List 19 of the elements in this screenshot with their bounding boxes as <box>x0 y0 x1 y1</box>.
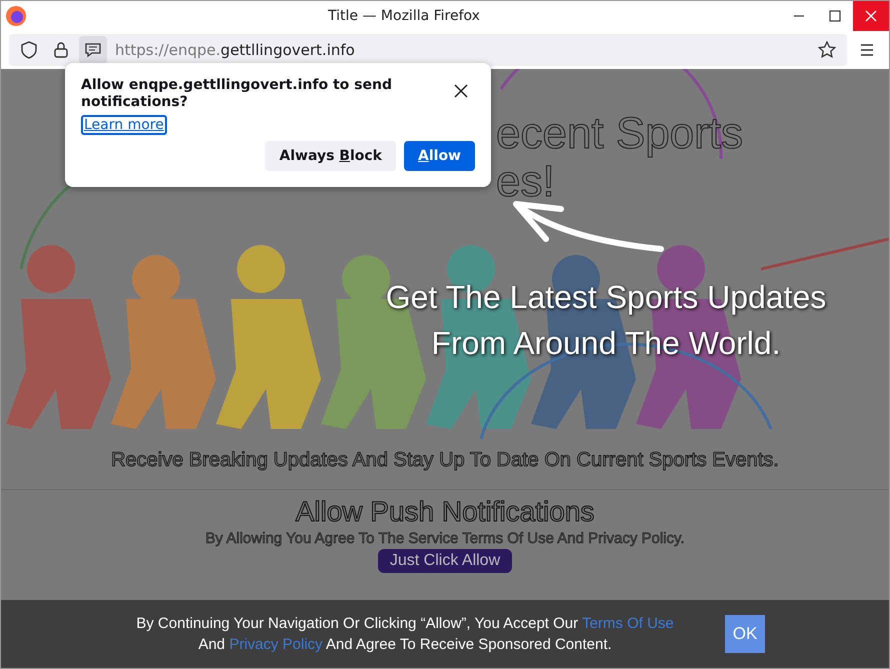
subtitle: Receive Breaking Updates And Stay Up To Date On Current Sports Events. <box>110 449 780 472</box>
page-heading: ecent Sports <box>496 109 744 159</box>
close-window-button[interactable] <box>853 1 889 31</box>
tagline: Get The Latest Sports Updates From Around The World. <box>384 278 828 363</box>
page-heading: es! <box>496 157 555 207</box>
block-button[interactable]: Always Block <box>265 141 396 171</box>
consent-text: By Continuing Your Navigation Or Clicking “Allow”, You Accept Our Terms Of Use And Privacy Policy And Agree To Receive Sponsored Content. <box>135 614 675 655</box>
permission-message: Allow enqpe.gettllingovert.info to send notifications? <box>81 77 393 111</box>
just-click-allow-button[interactable]: Just Click Allow <box>378 549 512 573</box>
section-title: Allow Push Notifications <box>296 496 594 528</box>
agreement-note: By Allowing You Agree To The Service Terms Of Use And Privacy Policy. <box>205 530 685 547</box>
learn-more-link[interactable]: Learn more <box>81 115 167 135</box>
window-title: Title — Mozilla Firefox <box>328 8 480 24</box>
allow-button[interactable]: Allow <box>404 141 475 171</box>
ok-button[interactable]: OK <box>725 615 765 653</box>
maximize-icon <box>829 10 841 22</box>
notification-permission-icon[interactable] <box>79 36 107 64</box>
close-icon <box>865 10 877 22</box>
browser-logo-icon <box>5 5 27 27</box>
